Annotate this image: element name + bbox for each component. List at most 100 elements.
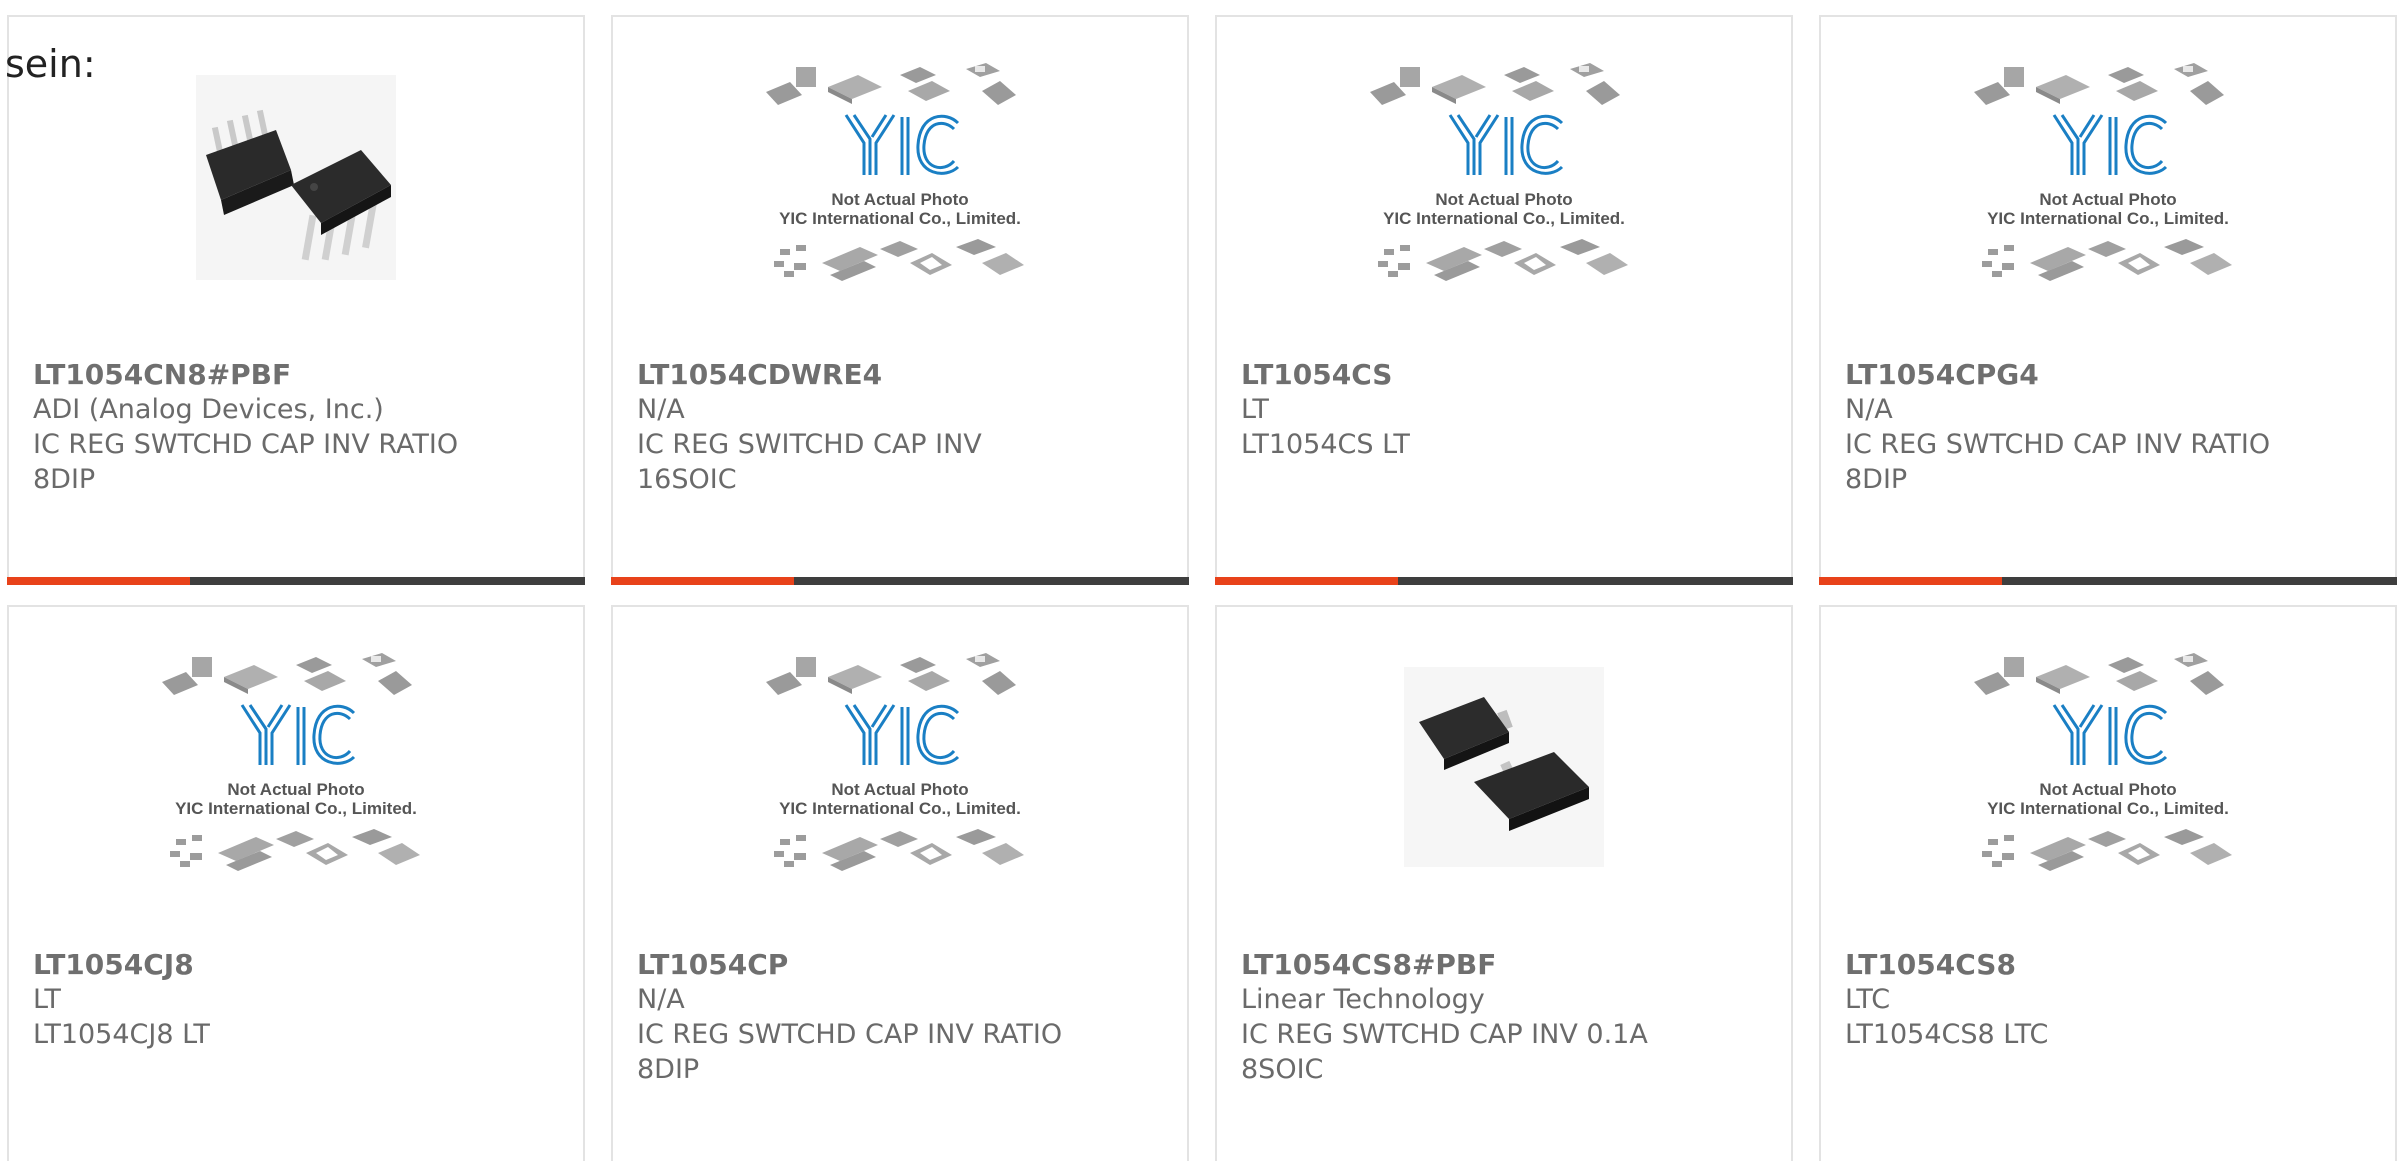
chip-icons-bottom bbox=[1378, 239, 1628, 281]
product-card[interactable]: LT1054CS8#PBF Linear Technology IC REG S… bbox=[1215, 605, 1793, 1161]
dip8-chip-photo bbox=[196, 74, 396, 280]
description-line-1: IC REG SWTCHD CAP INV RATIO bbox=[33, 429, 459, 460]
product-card[interactable]: Not Actual Photo YIC International Co., … bbox=[611, 15, 1189, 585]
part-number[interactable]: LT1054CDWRE4 bbox=[637, 357, 1163, 392]
yic-logo bbox=[2052, 704, 2168, 765]
product-info: LT1054CS8 LTC LT1054CS8 LTC bbox=[1845, 947, 2371, 1052]
manufacturer: ADI (Analog Devices, Inc.) bbox=[33, 394, 384, 425]
description-line-2: 8DIP bbox=[637, 1054, 700, 1085]
card-progress-bar bbox=[1215, 577, 1793, 585]
card-progress-accent bbox=[611, 577, 794, 585]
product-info: LT1054CS8#PBF Linear Technology IC REG S… bbox=[1241, 947, 1767, 1087]
chip-icons-top bbox=[766, 63, 1016, 105]
part-number[interactable]: LT1054CS8#PBF bbox=[1241, 947, 1767, 982]
description-line-1: LT1054CJ8 LT bbox=[33, 1019, 210, 1050]
product-info: LT1054CPG4 N/A IC REG SWTCHD CAP INV RAT… bbox=[1845, 357, 2371, 497]
manufacturer: N/A bbox=[637, 984, 685, 1015]
product-image: Not Actual Photo YIC International Co., … bbox=[613, 63, 1187, 282]
chip-icons-top bbox=[1370, 63, 1620, 105]
card-progress-accent bbox=[1215, 577, 1398, 585]
part-number[interactable]: LT1054CN8#PBF bbox=[33, 357, 559, 392]
product-info: LT1054CDWRE4 N/A IC REG SWITCHD CAP INV … bbox=[637, 357, 1163, 497]
soic8-chip-photo bbox=[1404, 667, 1604, 867]
manufacturer: LTC bbox=[1845, 984, 1891, 1015]
part-number[interactable]: LT1054CJ8 bbox=[33, 947, 559, 982]
yic-logo bbox=[240, 704, 356, 765]
placeholder-line1: Not Actual Photo bbox=[227, 780, 364, 799]
placeholder-line2: YIC International Co., Limited. bbox=[175, 799, 417, 818]
part-number[interactable]: LT1054CP bbox=[637, 947, 1163, 982]
product-grid-page: sein: LT1054CN8#PBF ADI (Analog Devices,… bbox=[0, 0, 2400, 1161]
product-info: LT1054CN8#PBF ADI (Analog Devices, Inc.)… bbox=[33, 357, 559, 497]
placeholder-line2: YIC International Co., Limited. bbox=[779, 799, 1021, 818]
yic-placeholder-image: Not Actual Photo YIC International Co., … bbox=[1968, 647, 2248, 887]
product-card[interactable]: Not Actual Photo YIC International Co., … bbox=[7, 605, 585, 1161]
yic-logo bbox=[2052, 114, 2168, 175]
product-image bbox=[1217, 662, 1791, 872]
manufacturer: LT bbox=[1241, 394, 1269, 425]
product-image bbox=[9, 72, 583, 282]
yic-placeholder-image: Not Actual Photo YIC International Co., … bbox=[1968, 57, 2248, 297]
card-progress-accent bbox=[1819, 577, 2002, 585]
part-number[interactable]: LT1054CS8 bbox=[1845, 947, 2371, 982]
product-info: LT1054CJ8 LT LT1054CJ8 LT bbox=[33, 947, 559, 1052]
placeholder-line1: Not Actual Photo bbox=[1435, 190, 1572, 209]
placeholder-line2: YIC International Co., Limited. bbox=[1987, 209, 2229, 228]
card-progress-bar bbox=[611, 577, 1189, 585]
description-line-2: 8DIP bbox=[33, 464, 96, 495]
placeholder-line2: YIC International Co., Limited. bbox=[779, 209, 1021, 228]
description-line-1: IC REG SWTCHD CAP INV RATIO bbox=[1845, 429, 2271, 460]
product-image: Not Actual Photo YIC International Co., … bbox=[1217, 63, 1791, 282]
description-line-1: LT1054CS8 LTC bbox=[1845, 1019, 2049, 1050]
placeholder-line1: Not Actual Photo bbox=[2039, 780, 2176, 799]
part-number[interactable]: LT1054CPG4 bbox=[1845, 357, 2371, 392]
description-line-1: IC REG SWTCHD CAP INV RATIO bbox=[637, 1019, 1063, 1050]
description-line-1: IC REG SWTCHD CAP INV 0.1A bbox=[1241, 1019, 1648, 1050]
yic-placeholder-image: Not Actual Photo YIC International Co., … bbox=[156, 647, 436, 887]
product-card[interactable]: Not Actual Photo YIC International Co., … bbox=[1215, 15, 1793, 585]
chip-icons-bottom bbox=[1982, 829, 2232, 871]
chip-icons-bottom bbox=[170, 829, 420, 871]
yic-logo bbox=[1448, 114, 1564, 175]
card-progress-bar bbox=[1819, 577, 2397, 585]
card-progress-accent bbox=[7, 577, 190, 585]
chip-icons-bottom bbox=[774, 239, 1024, 281]
placeholder-line1: Not Actual Photo bbox=[831, 190, 968, 209]
product-card[interactable]: Not Actual Photo YIC International Co., … bbox=[1819, 605, 2397, 1161]
product-image: Not Actual Photo YIC International Co., … bbox=[613, 653, 1187, 872]
product-image: Not Actual Photo YIC International Co., … bbox=[9, 653, 583, 872]
manufacturer: N/A bbox=[637, 394, 685, 425]
yic-placeholder-image: Not Actual Photo YIC International Co., … bbox=[760, 647, 1040, 887]
product-card[interactable]: LT1054CN8#PBF ADI (Analog Devices, Inc.)… bbox=[7, 15, 585, 585]
chip-icons-top bbox=[1974, 653, 2224, 695]
placeholder-line2: YIC International Co., Limited. bbox=[1383, 209, 1625, 228]
product-info: LT1054CS LT LT1054CS LT bbox=[1241, 357, 1767, 462]
placeholder-line1: Not Actual Photo bbox=[831, 780, 968, 799]
product-card[interactable]: Not Actual Photo YIC International Co., … bbox=[611, 605, 1189, 1161]
yic-logo bbox=[844, 704, 960, 765]
product-grid: LT1054CN8#PBF ADI (Analog Devices, Inc.)… bbox=[7, 15, 2400, 1161]
product-image: Not Actual Photo YIC International Co., … bbox=[1821, 63, 2395, 282]
yic-logo bbox=[844, 114, 960, 175]
description-line-2: 8DIP bbox=[1845, 464, 1908, 495]
manufacturer: LT bbox=[33, 984, 61, 1015]
description-line-2: 16SOIC bbox=[637, 464, 737, 495]
part-number[interactable]: LT1054CS bbox=[1241, 357, 1767, 392]
yic-placeholder-image: Not Actual Photo YIC International Co., … bbox=[1364, 57, 1644, 297]
chip-icons-top bbox=[162, 653, 412, 695]
manufacturer: N/A bbox=[1845, 394, 1893, 425]
card-progress-bar bbox=[7, 577, 585, 585]
description-line-2: 8SOIC bbox=[1241, 1054, 1324, 1085]
description-line-1: LT1054CS LT bbox=[1241, 429, 1410, 460]
product-info: LT1054CP N/A IC REG SWTCHD CAP INV RATIO… bbox=[637, 947, 1163, 1087]
chip-icons-bottom bbox=[1982, 239, 2232, 281]
yic-placeholder-image: Not Actual Photo YIC International Co., … bbox=[760, 57, 1040, 297]
placeholder-line2: YIC International Co., Limited. bbox=[1987, 799, 2229, 818]
chip-icons-bottom bbox=[774, 829, 1024, 871]
chip-icons-top bbox=[1974, 63, 2224, 105]
product-card[interactable]: Not Actual Photo YIC International Co., … bbox=[1819, 15, 2397, 585]
manufacturer: Linear Technology bbox=[1241, 984, 1485, 1015]
product-image: Not Actual Photo YIC International Co., … bbox=[1821, 653, 2395, 872]
description-line-1: IC REG SWITCHD CAP INV bbox=[637, 429, 982, 460]
placeholder-line1: Not Actual Photo bbox=[2039, 190, 2176, 209]
